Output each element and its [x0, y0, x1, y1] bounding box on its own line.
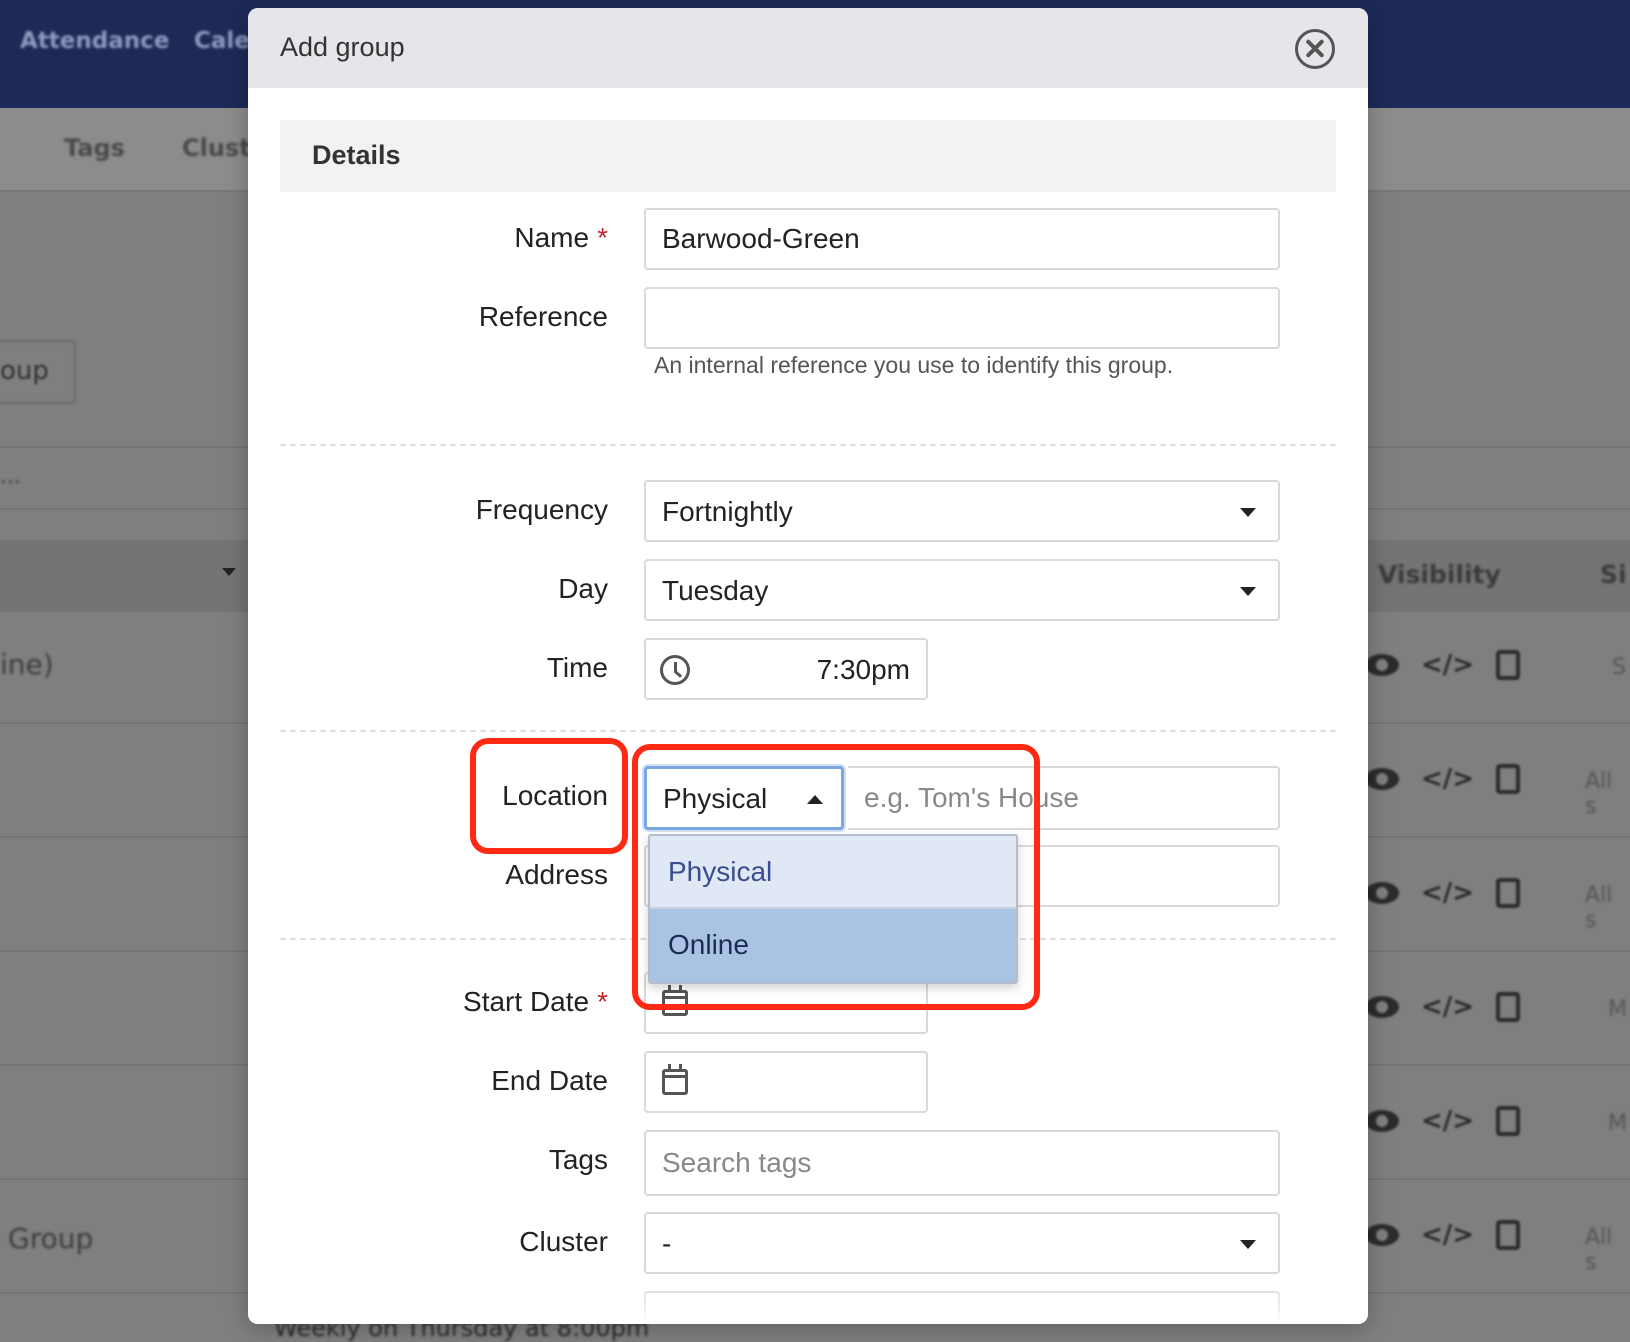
tablet-icon[interactable] — [1496, 764, 1521, 794]
code-icon[interactable]: </> — [1421, 1106, 1474, 1136]
details-section-header: Details — [280, 120, 1336, 192]
end-date-input[interactable] — [644, 1051, 928, 1113]
tablet-icon[interactable] — [1496, 650, 1521, 680]
location-name-input[interactable] — [848, 766, 1280, 830]
add-group-background-button[interactable]: oup — [0, 340, 76, 404]
code-icon[interactable]: </> — [1421, 1220, 1474, 1250]
eye-icon[interactable] — [1365, 882, 1399, 904]
location-type-dropdown: Physical Online — [648, 834, 1018, 984]
day-select[interactable]: Tuesday — [644, 559, 1280, 621]
bg-row-actions: </> — [1365, 650, 1521, 680]
code-icon[interactable]: </> — [1421, 992, 1474, 1022]
tablet-icon[interactable] — [1496, 1220, 1521, 1250]
caret-down-icon — [1240, 1240, 1256, 1249]
eye-icon[interactable] — [1365, 1110, 1399, 1132]
bg-row-site: All s — [1585, 769, 1613, 819]
clock-icon — [660, 655, 690, 685]
eye-icon[interactable] — [1365, 768, 1399, 790]
add-group-modal: Add group Details Name* Reference An int… — [248, 8, 1368, 1324]
calendar-icon — [662, 1064, 688, 1095]
time-label: Time — [546, 652, 608, 683]
caret-up-icon — [807, 795, 823, 804]
name-label: Name * — [514, 222, 608, 253]
location-type-value: Physical — [663, 783, 768, 814]
bg-row-site: M — [1608, 1111, 1627, 1136]
reference-help-text: An internal reference you use to identif… — [654, 352, 1174, 378]
bg-header-site[interactable]: Si — [1600, 560, 1627, 589]
address-label: Address — [505, 859, 608, 890]
caret-down-icon — [1240, 587, 1256, 596]
eye-icon[interactable] — [1365, 996, 1399, 1018]
name-input[interactable] — [644, 208, 1280, 270]
bg-row-text: ine) — [0, 648, 54, 681]
form-divider — [280, 444, 1336, 446]
subnav-tags[interactable]: Tags — [64, 134, 125, 162]
modal-header: Add group — [248, 8, 1368, 88]
nav-attendance[interactable]: Attendance — [20, 28, 169, 54]
bg-row-site: All s — [1585, 883, 1613, 933]
location-label: Location — [502, 780, 608, 811]
close-icon[interactable] — [1295, 29, 1335, 69]
start-date-label: Start Date * — [463, 986, 608, 1017]
calendar-icon — [662, 985, 688, 1016]
required-asterisk: * — [597, 986, 608, 1017]
frequency-value: Fortnightly — [662, 496, 793, 527]
reference-input[interactable] — [644, 287, 1280, 349]
required-asterisk: * — [597, 222, 608, 253]
bg-row-actions: </> — [1365, 992, 1521, 1022]
bg-row-actions: </> — [1365, 1106, 1521, 1136]
code-icon[interactable]: </> — [1421, 650, 1474, 680]
reference-label: Reference — [478, 301, 608, 332]
bg-header-visibility[interactable]: Visibility — [1378, 560, 1501, 589]
location-type-select[interactable]: Physical — [644, 766, 844, 830]
eye-icon[interactable] — [1365, 654, 1399, 676]
day-value: Tuesday — [662, 575, 769, 606]
bg-row-actions: </> — [1365, 1220, 1521, 1250]
end-date-label: End Date — [491, 1065, 608, 1096]
frequency-select[interactable]: Fortnightly — [644, 480, 1280, 542]
bg-row-site: M — [1608, 997, 1627, 1022]
tablet-icon[interactable] — [1496, 878, 1521, 908]
eye-icon[interactable] — [1365, 1224, 1399, 1246]
form-divider — [280, 730, 1336, 732]
bg-row-actions: </> — [1365, 764, 1521, 794]
bg-ellipsis: ... — [0, 464, 21, 489]
code-icon[interactable]: </> — [1421, 764, 1474, 794]
section-title: Details — [312, 140, 401, 170]
tags-search-input[interactable] — [644, 1130, 1280, 1196]
day-label: Day — [558, 573, 608, 604]
scroll-fade — [248, 1284, 1368, 1324]
cluster-select[interactable]: - — [644, 1212, 1280, 1274]
bg-row-actions: </> — [1365, 878, 1521, 908]
caret-down-icon — [1240, 508, 1256, 517]
tablet-icon[interactable] — [1496, 992, 1521, 1022]
cluster-label: Cluster — [519, 1226, 608, 1257]
tablet-icon[interactable] — [1496, 1106, 1521, 1136]
bg-row-text: Group — [8, 1222, 94, 1255]
cluster-value: - — [662, 1228, 672, 1259]
bg-row-site: S — [1612, 655, 1626, 680]
bg-sort-caret-icon[interactable] — [222, 568, 236, 576]
code-icon[interactable]: </> — [1421, 878, 1474, 908]
modal-title: Add group — [280, 32, 405, 62]
time-input[interactable]: 7:30pm — [644, 638, 928, 700]
nav-calendar[interactable]: Cale — [194, 28, 250, 54]
frequency-label: Frequency — [475, 494, 608, 525]
time-value: 7:30pm — [816, 654, 910, 685]
option-online[interactable]: Online — [650, 909, 1016, 982]
tags-label: Tags — [548, 1144, 608, 1175]
option-physical[interactable]: Physical — [650, 836, 1016, 909]
bg-row-site: All s — [1585, 1225, 1613, 1275]
